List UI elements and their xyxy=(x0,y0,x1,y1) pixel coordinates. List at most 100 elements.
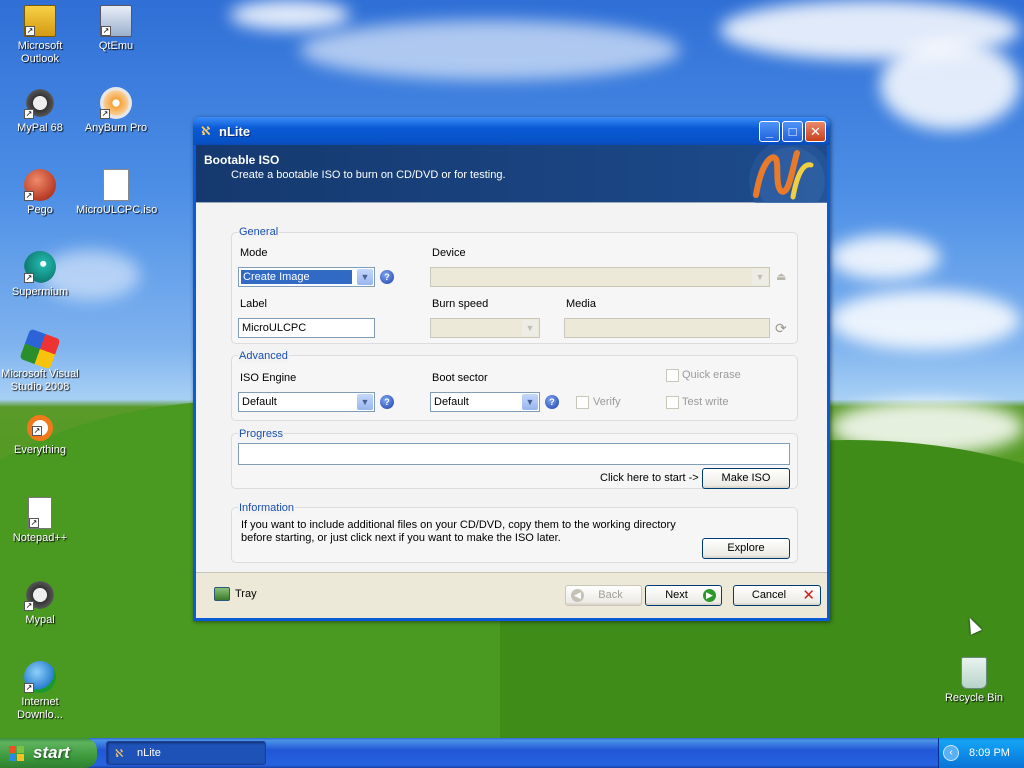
burn-speed-select[interactable]: ▼ xyxy=(430,318,540,338)
info-line-1: If you want to include additional files … xyxy=(241,519,676,531)
desktop-icon-label: Microsoft Outlook xyxy=(17,40,63,65)
desktop-icon-iso-file[interactable]: MicroULCPC.iso xyxy=(76,169,158,217)
burn-speed-label: Burn speed xyxy=(432,298,489,310)
show-hidden-icons-button[interactable]: ‹ xyxy=(943,745,959,761)
quick-erase-checkbox[interactable] xyxy=(666,369,679,382)
desktop-icon-label: Mypal xyxy=(25,614,55,626)
desktop-icon-mypal68[interactable]: ↗ MyPal 68 xyxy=(0,87,80,135)
eject-icon[interactable]: ⏏ xyxy=(776,270,788,283)
mode-label: Mode xyxy=(240,247,268,259)
iso-engine-help-icon[interactable]: ? xyxy=(380,395,394,409)
title-bar[interactable]: ℵ nLite _ □ ✕ xyxy=(193,117,830,145)
shortcut-arrow-icon: ↗ xyxy=(24,191,34,201)
tray-button[interactable]: Tray xyxy=(214,586,274,604)
desktop-icon-anyburn[interactable]: ↗ AnyBurn Pro xyxy=(76,87,156,135)
iso-file-icon xyxy=(103,169,129,201)
progress-legend: Progress xyxy=(238,428,285,440)
make-iso-button[interactable]: Make ISO xyxy=(702,468,790,489)
nlite-app-icon: ℵ xyxy=(201,124,211,138)
device-label: Device xyxy=(432,247,466,259)
label-input[interactable]: MicroULCPC xyxy=(238,318,375,338)
minimize-button[interactable]: _ xyxy=(759,121,780,142)
close-button[interactable]: ✕ xyxy=(805,121,826,142)
desktop-icon-label: Supermium xyxy=(11,286,69,298)
recycle-bin-icon xyxy=(961,657,987,689)
desktop-icon-label: Recycle Bin xyxy=(944,692,1004,704)
iso-engine-select[interactable]: Default ▼ xyxy=(238,392,375,412)
page-title: Bootable ISO xyxy=(204,153,280,167)
visual-studio-icon xyxy=(19,328,61,370)
desktop-icon-qtemu[interactable]: ↗ QtEmu xyxy=(76,5,156,53)
taskbar-item-label: nLite xyxy=(137,747,161,759)
supermium-icon: ↗ xyxy=(24,251,56,283)
window-title: nLite xyxy=(219,124,251,139)
device-select[interactable]: ▼ xyxy=(430,267,770,287)
shortcut-arrow-icon: ↗ xyxy=(100,109,110,119)
shortcut-arrow-icon: ↗ xyxy=(24,601,34,611)
back-button[interactable]: ◀ Back xyxy=(565,585,642,606)
verify-checkbox[interactable] xyxy=(576,396,589,409)
start-button[interactable]: start xyxy=(0,738,97,768)
boot-sector-help-icon[interactable]: ? xyxy=(545,395,559,409)
progress-bar xyxy=(238,443,790,465)
system-tray: ‹ 8:09 PM xyxy=(938,738,1024,768)
nlite-logo-icon xyxy=(731,145,827,203)
cancel-button[interactable]: Cancel ✕ xyxy=(733,585,821,606)
media-field xyxy=(564,318,770,338)
shortcut-arrow-icon: ↗ xyxy=(29,518,39,528)
desktop-icon-everything[interactable]: ↗ Everything xyxy=(0,415,80,457)
desktop-icon-outlook[interactable]: ↗ Microsoft Outlook xyxy=(0,5,80,66)
monitor-icon: ↗ xyxy=(100,5,132,37)
desktop-icon-label: Pego xyxy=(27,204,53,216)
shortcut-arrow-icon: ↗ xyxy=(32,426,42,436)
clock[interactable]: 8:09 PM xyxy=(969,747,1010,759)
red-sphere-icon: ↗ xyxy=(24,169,56,201)
next-button[interactable]: Next ▶ xyxy=(645,585,722,606)
media-label: Media xyxy=(566,298,596,310)
iso-engine-label: ISO Engine xyxy=(240,372,297,384)
explore-button[interactable]: Explore xyxy=(702,538,790,559)
chevron-down-icon: ▼ xyxy=(357,269,373,285)
mode-select[interactable]: Create Image ▼ xyxy=(238,267,375,287)
desktop-icon-notepadpp[interactable]: ↗ Notepad++ xyxy=(0,497,80,545)
desktop-icon-label: Everything xyxy=(14,444,66,456)
info-line-2: before starting, or just click next if y… xyxy=(241,532,561,544)
test-write-label: Test write xyxy=(682,396,729,408)
raccoon-icon: ↗ xyxy=(24,87,56,119)
desktop-icon-pego[interactable]: ↗ Pego xyxy=(0,169,80,217)
notepad-icon: ↗ xyxy=(28,497,52,529)
magnifier-icon: ↗ xyxy=(27,415,53,441)
verify-label: Verify xyxy=(593,396,621,408)
nlite-window: ℵ nLite _ □ ✕ Bootable ISO Create a boot… xyxy=(193,117,830,621)
desktop-icon-label: Microsoft Visual Studio 2008 xyxy=(1,368,79,393)
tray-icon xyxy=(214,587,230,601)
outlook-icon: ↗ xyxy=(24,5,56,37)
desktop-icon-label: Internet Downlo... xyxy=(17,696,63,721)
chevron-down-icon: ▼ xyxy=(357,394,373,410)
desktop-icon-label: QtEmu xyxy=(98,40,134,52)
page-header: Bootable ISO Create a bootable ISO to bu… xyxy=(196,145,827,203)
shortcut-arrow-icon: ↗ xyxy=(24,683,34,693)
desktop-icon-label: MyPal 68 xyxy=(17,122,63,134)
desktop-icon-supermium[interactable]: ↗ Supermium xyxy=(0,251,80,299)
desktop-icon-recycle-bin[interactable]: Recycle Bin xyxy=(934,657,1014,705)
settings-panel: General Mode Create Image ▼ ? Device ▼ ⏏… xyxy=(196,203,827,573)
start-label: start xyxy=(33,743,70,762)
shortcut-arrow-icon: ↗ xyxy=(24,273,34,283)
tray-label: Tray xyxy=(235,588,257,600)
desktop-icon-idm[interactable]: ↗ Internet Downlo... xyxy=(0,661,80,722)
advanced-legend: Advanced xyxy=(238,350,289,362)
desktop-icon-visual-studio[interactable]: Microsoft Visual Studio 2008 xyxy=(0,328,80,394)
maximize-button[interactable]: □ xyxy=(782,121,803,142)
mode-help-icon[interactable]: ? xyxy=(380,270,394,284)
taskbar: start ℵ nLite ‹ 8:09 PM xyxy=(0,738,1024,768)
refresh-icon[interactable]: ⟳ xyxy=(775,320,791,336)
desktop-icon-label: MicroULCPC.iso xyxy=(76,204,158,216)
boot-sector-label: Boot sector xyxy=(432,372,488,384)
desktop-icon-mypal[interactable]: ↗ Mypal xyxy=(0,579,80,627)
taskbar-item-nlite[interactable]: ℵ nLite xyxy=(106,741,266,765)
test-write-checkbox[interactable] xyxy=(666,396,679,409)
chevron-down-icon: ▼ xyxy=(522,320,538,336)
label-label: Label xyxy=(240,298,267,310)
boot-sector-select[interactable]: Default ▼ xyxy=(430,392,540,412)
